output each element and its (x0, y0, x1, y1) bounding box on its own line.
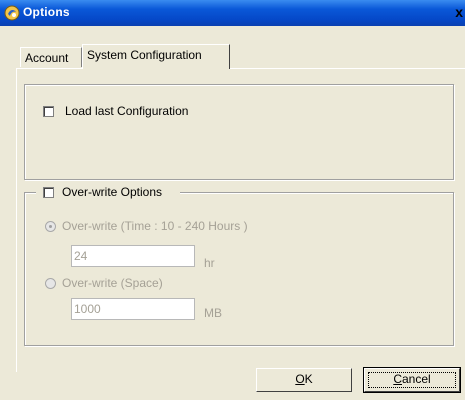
overwrite-time-input[interactable] (71, 245, 195, 267)
focus-rect (368, 372, 456, 388)
window-title: Options (23, 5, 70, 19)
overwrite-space-input[interactable] (71, 298, 195, 320)
close-button[interactable]: x (455, 4, 463, 20)
overwrite-options-group (24, 192, 454, 346)
title-bar[interactable]: Options x (0, 0, 465, 26)
tab-system-configuration[interactable]: System Configuration (82, 44, 230, 69)
ok-label-rest: K (304, 372, 313, 386)
load-last-config-label: Load last Configuration (65, 104, 189, 118)
load-config-group (24, 84, 454, 180)
cancel-button[interactable]: Cancel (363, 367, 461, 393)
tab-account[interactable]: Account (20, 47, 82, 67)
overwrite-space-label: Over-write (Space) (62, 276, 163, 290)
load-last-config-checkbox[interactable] (43, 106, 54, 117)
app-icon (4, 5, 20, 21)
tab-strip: Account System Configuration (20, 44, 460, 69)
overwrite-time-unit: hr (204, 256, 215, 270)
overwrite-options-checkbox[interactable] (43, 187, 54, 198)
overwrite-time-label: Over-write (Time : 10 - 240 Hours ) (62, 219, 248, 233)
overwrite-time-radio[interactable] (45, 221, 56, 232)
overwrite-space-unit: MB (204, 306, 222, 320)
overwrite-space-radio[interactable] (45, 278, 56, 289)
ok-accelerator: O (295, 372, 305, 386)
overwrite-options-label: Over-write Options (62, 185, 163, 199)
ok-button[interactable]: OK (256, 368, 352, 392)
